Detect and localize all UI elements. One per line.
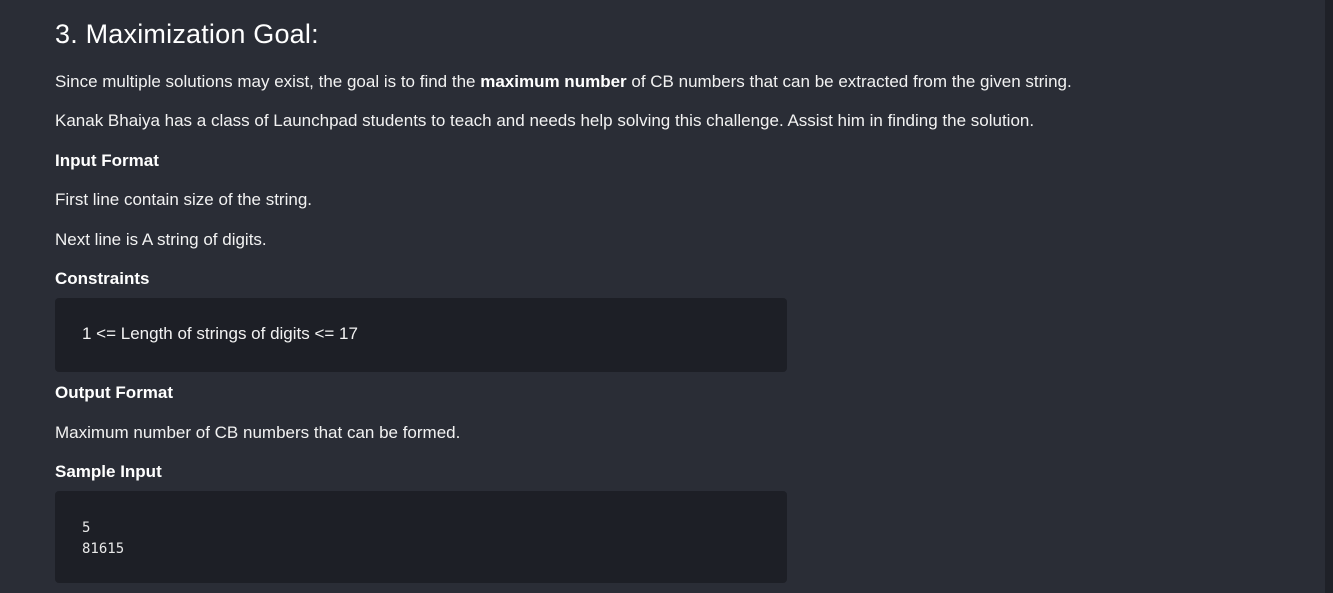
output-format-text: Maximum number of CB numbers that can be…: [55, 423, 461, 442]
sample-input-code: 5 81615: [82, 520, 125, 557]
goal-text-end: of CB numbers that can be extracted from…: [626, 72, 1072, 91]
sample-input-box: 5 81615: [55, 491, 787, 583]
section-title: 3. Maximization Goal:: [55, 19, 319, 49]
input-format-line-1: First line contain size of the string.: [55, 190, 313, 209]
sample-input-heading: Sample Input: [55, 462, 162, 481]
input-format-line-2: Next line is A string of digits.: [55, 230, 267, 249]
constraints-box: 1 <= Length of strings of digits <= 17: [55, 298, 787, 372]
help-paragraph: Kanak Bhaiya has a class of Launchpad st…: [55, 111, 1035, 130]
input-format-heading: Input Format: [55, 151, 159, 170]
problem-statement-panel: 3. Maximization Goal: Since multiple sol…: [0, 0, 1325, 593]
constraints-heading: Constraints: [55, 269, 150, 288]
page-scrollbar[interactable]: [1325, 0, 1333, 593]
goal-paragraph: Since multiple solutions may exist, the …: [55, 71, 1072, 93]
output-format-heading: Output Format: [55, 383, 174, 402]
goal-text-bold: maximum number: [480, 72, 627, 91]
constraints-text: 1 <= Length of strings of digits <= 17: [82, 324, 358, 343]
goal-text-start: Since multiple solutions may exist, the …: [55, 72, 481, 91]
